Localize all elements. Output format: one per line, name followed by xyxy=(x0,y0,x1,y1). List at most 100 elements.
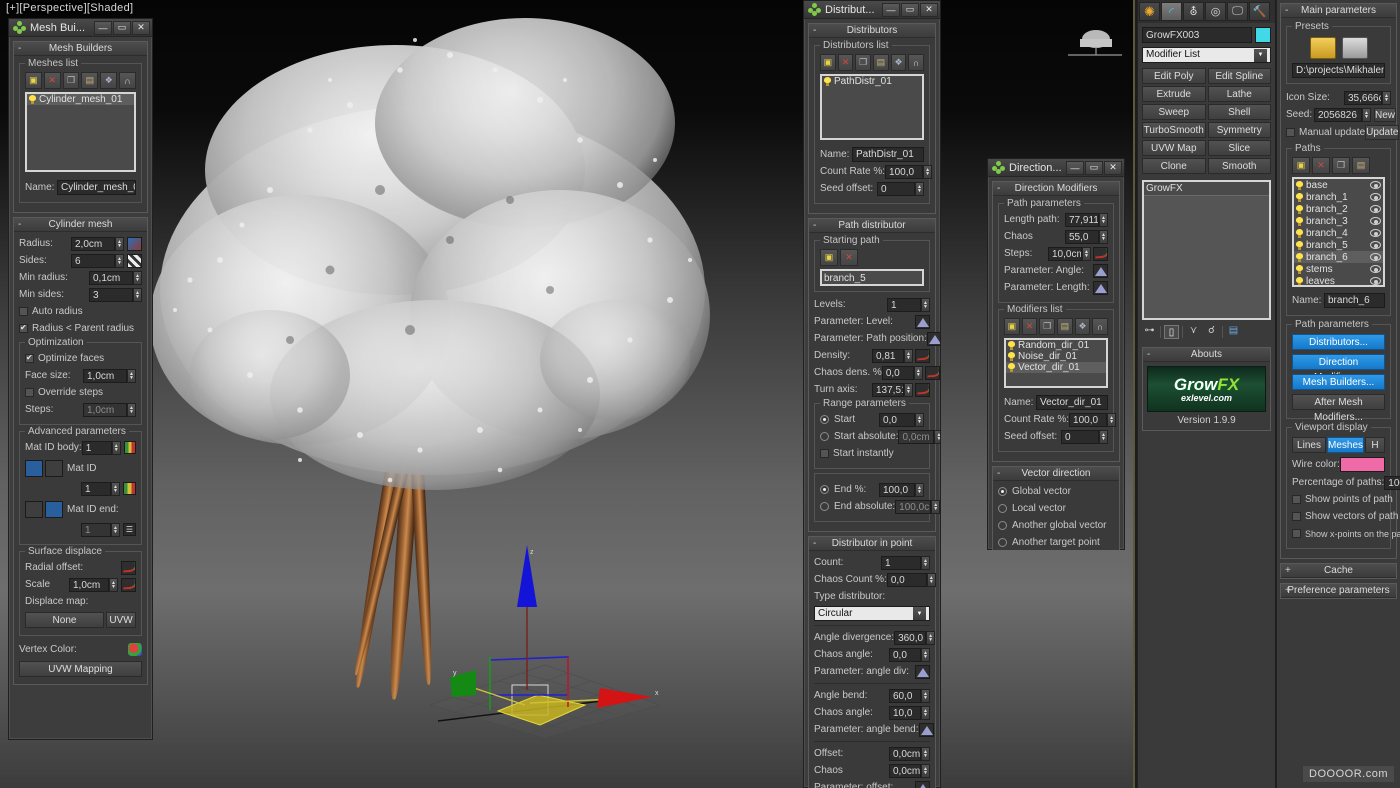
angle-bend-stepper[interactable]: 60,0 ▲ ▼ xyxy=(889,688,930,703)
distributors-button[interactable]: Distributors... xyxy=(1292,334,1385,350)
icon-size-stepper[interactable]: 35,666cn ▲▼ xyxy=(1344,90,1391,105)
angle-bend-value[interactable]: 60,0 xyxy=(889,688,921,703)
offset-stepper[interactable]: 0,0cm ▲ ▼ xyxy=(889,746,930,761)
cap-end-off-icon[interactable] xyxy=(25,500,43,518)
local-vector-radio[interactable] xyxy=(998,504,1007,513)
abouts-header[interactable]: - Abouts xyxy=(1143,348,1270,362)
density-curve-icon[interactable] xyxy=(915,348,930,363)
min-sides-arrows[interactable]: ▲ ▼ xyxy=(133,287,142,302)
radius-arrows[interactable]: ▲ ▼ xyxy=(115,236,124,251)
instance-modifier-icon[interactable]: ❖ xyxy=(1074,318,1091,335)
end-absolute-value[interactable]: 100,0c xyxy=(895,499,932,514)
collapse-icon[interactable]: - xyxy=(813,220,816,231)
mesh-name-field[interactable]: Cylinder_mesh_01 xyxy=(57,180,136,195)
new-seed-button[interactable]: New xyxy=(1374,107,1397,122)
global-vector-radio[interactable] xyxy=(998,487,1007,496)
chaos-angle-div-value[interactable]: 0,0 xyxy=(889,647,921,662)
preference-parameters-header[interactable]: + Preference parameters xyxy=(1281,584,1396,598)
turbosmooth-button[interactable]: TurboSmooth xyxy=(1142,122,1206,138)
cap-start-off-icon[interactable] xyxy=(45,459,63,477)
another-global-vector-radio[interactable] xyxy=(998,521,1007,530)
list-item[interactable]: stems xyxy=(1294,263,1383,275)
path-name-field[interactable]: branch_6 xyxy=(1324,293,1385,308)
displace-map-uvw-button[interactable]: UVW xyxy=(106,611,136,628)
new-mesh-icon[interactable]: ▣ xyxy=(25,72,42,89)
delete-modifier-icon[interactable]: ✕ xyxy=(1021,318,1038,335)
main-parameters-panel[interactable]: - Main parameters Presets D:\projects\Mi… xyxy=(1276,0,1400,788)
mat-id-value[interactable]: 1 xyxy=(81,481,111,496)
dir-count-rate-stepper[interactable]: 100,0 ▲ ▼ xyxy=(1069,412,1117,427)
collapse-icon[interactable]: - xyxy=(813,538,816,549)
list-item[interactable]: Random_dir_01 xyxy=(1006,340,1106,351)
list-item[interactable]: branch_5 xyxy=(1294,239,1383,251)
starting-path-listbox[interactable]: branch_5 xyxy=(820,269,924,286)
chaos-count-arrows[interactable]: ▲ ▼ xyxy=(926,572,936,587)
uvw-mapping-button[interactable]: UVW Mapping xyxy=(19,660,142,677)
mesh-builders-titlebar[interactable]: Mesh Bui... — ▭ ✕ xyxy=(9,19,152,37)
list-item[interactable]: Noise_dir_01 xyxy=(1006,351,1106,362)
visibility-icon[interactable] xyxy=(1370,217,1381,225)
copy-modifier-icon[interactable]: ❐ xyxy=(1039,318,1056,335)
viewport[interactable]: [+][Perspective][Shaded] z x y xyxy=(0,0,1135,788)
face-size-arrows[interactable]: ▲ ▼ xyxy=(127,368,136,383)
chaos-angle-bend-stepper[interactable]: 10,0 ▲ ▼ xyxy=(889,705,930,720)
list-item[interactable]: branch_3 xyxy=(1294,215,1383,227)
dir-steps-stepper[interactable]: 10,0cm ▲ ▼ xyxy=(1048,246,1091,261)
turn-axis-curve-icon[interactable] xyxy=(915,382,930,397)
length-path-arrows[interactable]: ▲ ▼ xyxy=(1099,212,1108,227)
param-angle-div-graph-icon[interactable] xyxy=(915,664,930,679)
show-vectors-checkbox[interactable] xyxy=(1292,512,1301,521)
chevron-down-icon[interactable]: ▼ xyxy=(913,607,926,620)
face-size-value[interactable]: 1,0cm xyxy=(83,368,127,383)
param-path-position-graph-icon[interactable] xyxy=(926,331,940,346)
pick-path-icon[interactable]: ▣ xyxy=(820,249,838,266)
utilities-icon[interactable]: 🔨 xyxy=(1249,2,1270,21)
mesh-builders-window[interactable]: Mesh Bui... — ▭ ✕ - Mesh Builders Meshes… xyxy=(8,18,153,740)
length-path-value[interactable]: 77,911c xyxy=(1065,212,1099,227)
end-percent-value[interactable]: 100,0 xyxy=(879,482,915,497)
length-path-stepper[interactable]: 77,911c ▲▼ xyxy=(1065,212,1108,227)
icon-size-value[interactable]: 35,666cn xyxy=(1344,90,1382,105)
seed-offset-stepper[interactable]: 0 ▲ ▼ xyxy=(877,181,924,196)
min-sides-value[interactable]: 3 xyxy=(89,287,133,302)
list-item[interactable]: base xyxy=(1294,179,1383,191)
wire-color-swatch[interactable] xyxy=(1339,457,1385,472)
close-button[interactable]: ✕ xyxy=(920,2,938,17)
meshes-listbox[interactable]: Cylinder_mesh_01 xyxy=(25,92,136,172)
cylinder-mesh-header[interactable]: - Cylinder mesh xyxy=(14,218,147,232)
mat-id-body-stepper[interactable]: 1 ▲ ▼ xyxy=(81,440,121,455)
turn-axis-arrows[interactable]: ▲ ▼ xyxy=(904,382,913,397)
meshes-button[interactable]: Meshes xyxy=(1326,436,1364,453)
mat-id-end-value[interactable]: 1 xyxy=(81,522,111,537)
visibility-icon[interactable] xyxy=(1370,181,1381,189)
mesh-builders-button[interactable]: Mesh Builders... xyxy=(1292,374,1385,390)
sweep-button[interactable]: Sweep xyxy=(1142,104,1206,120)
start-arrows[interactable]: ▲ ▼ xyxy=(915,412,924,427)
seed-arrows[interactable]: ▲ ▼ xyxy=(1362,107,1371,122)
modifier-stack-toolbar[interactable]: ⊶ ▯ ⋎ ☌ ▤ xyxy=(1142,325,1271,339)
collapse-icon[interactable]: - xyxy=(813,25,816,36)
dir-count-rate-value[interactable]: 100,0 xyxy=(1069,412,1108,427)
start-stepper[interactable]: 0,0 ▲ ▼ xyxy=(879,412,924,427)
count-rate-stepper[interactable]: 100,0 ▲ ▼ xyxy=(885,164,933,179)
visibility-icon[interactable] xyxy=(1370,241,1381,249)
expand-icon[interactable]: + xyxy=(1285,585,1291,596)
list-item[interactable]: branch_2 xyxy=(1294,203,1383,215)
angle-divergence-arrows[interactable]: ▲ ▼ xyxy=(926,630,936,645)
mesh-builders-rollout-header[interactable]: - Mesh Builders xyxy=(14,42,147,56)
dir-seed-offset-arrows[interactable]: ▲ ▼ xyxy=(1099,429,1108,444)
optimize-faces-checkbox[interactable] xyxy=(25,353,34,363)
close-button[interactable]: ✕ xyxy=(132,20,150,35)
start-absolute-arrows[interactable]: ▲ ▼ xyxy=(934,429,940,444)
lines-button[interactable]: Lines xyxy=(1292,436,1326,453)
cap-end-icon[interactable] xyxy=(45,500,63,518)
density-value[interactable]: 0,81 xyxy=(872,348,904,363)
shell-button[interactable]: Shell xyxy=(1207,104,1271,120)
radius-map-icon[interactable] xyxy=(127,236,142,251)
paste-mesh-icon[interactable]: ▤ xyxy=(81,72,99,89)
cache-header[interactable]: + Cache xyxy=(1281,564,1396,578)
command-panel-tabs[interactable]: ✺ ◜ ⛢ ◎ 🖵 🔨 xyxy=(1138,0,1275,23)
radius-parent-checkbox[interactable] xyxy=(19,323,28,333)
maximize-button[interactable]: ▭ xyxy=(1085,160,1103,175)
chaos-offset-stepper[interactable]: 0,0cm ▲ ▼ xyxy=(889,763,930,778)
